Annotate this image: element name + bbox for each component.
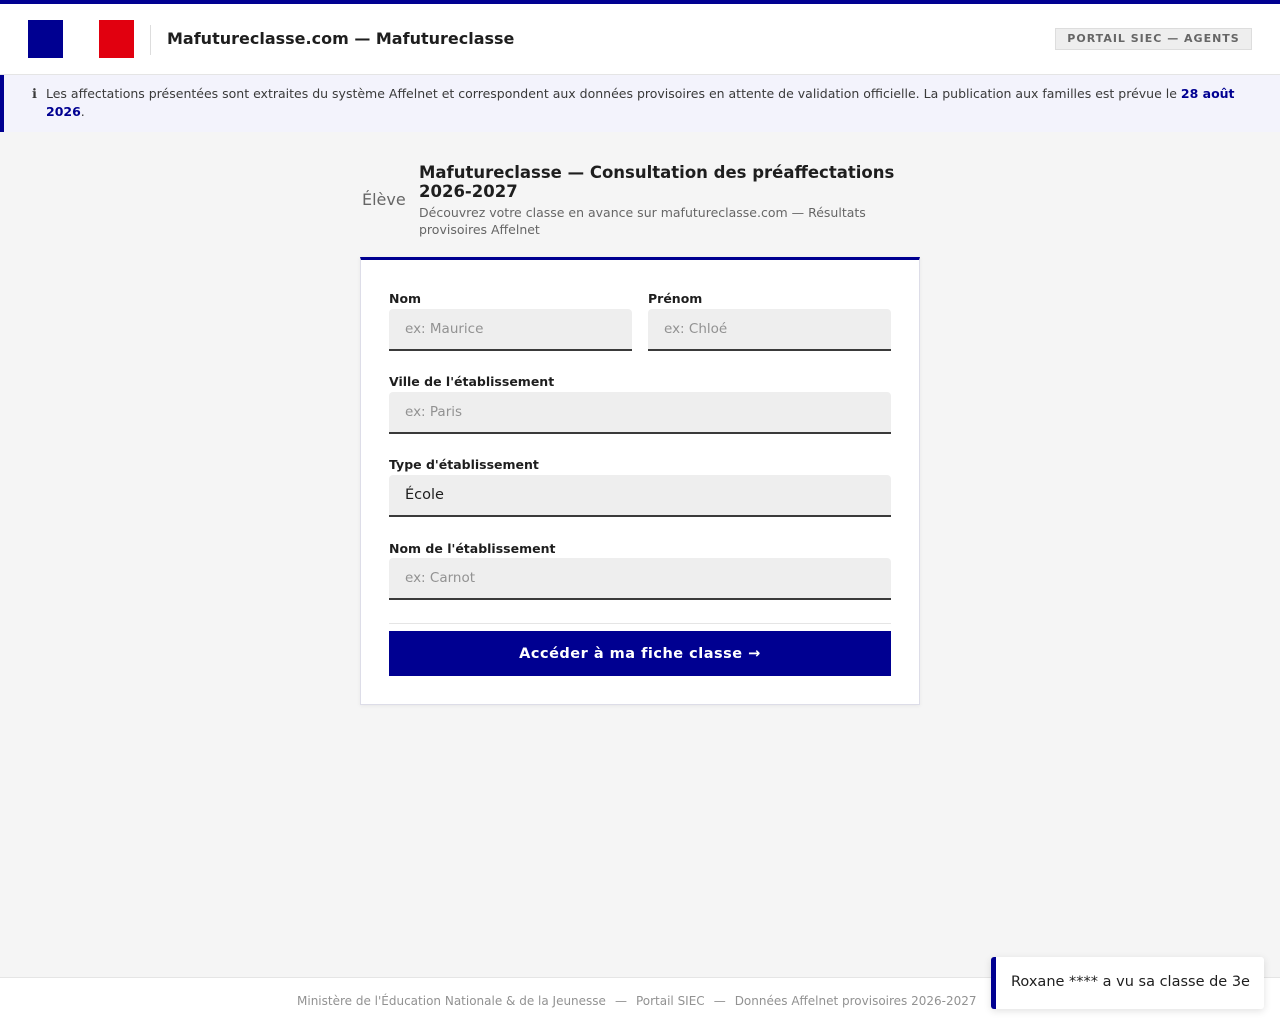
site-title[interactable]: Mafutureclasse.com — Mafutureclasse	[167, 29, 514, 48]
flag-red-stripe	[99, 20, 134, 58]
nom-input[interactable]	[389, 309, 632, 351]
toast-message: Roxane **** a vu sa classe de 3e	[1011, 974, 1250, 990]
submit-button[interactable]: Accéder à ma fiche classe →	[389, 631, 891, 676]
portal-agents-badge[interactable]: PORTAIL SIEC — AGENTS	[1055, 28, 1252, 50]
header-divider	[150, 25, 151, 55]
type-etablissement-select[interactable]: École	[389, 475, 891, 517]
footer-separator: —	[614, 994, 627, 1008]
flag-blue-stripe	[28, 20, 63, 58]
etablissement-label: Nom de l'établissement	[389, 541, 556, 556]
flag-white-stripe	[63, 20, 99, 58]
footer-data-note: Données Affelnet provisoires 2026-2027	[734, 994, 977, 1008]
type-label: Type d'établissement	[389, 457, 539, 472]
section-label: Élève	[362, 190, 406, 209]
notice-message: Les affectations présentées sont extrait…	[46, 86, 1181, 101]
footer-separator: —	[713, 994, 726, 1008]
french-flag-logo	[28, 20, 134, 58]
etablissement-input[interactable]	[389, 558, 891, 600]
site-header: Mafutureclasse.com — Mafutureclasse PORT…	[0, 4, 1280, 75]
footer-ministry: Ministère de l'Éducation Nationale & de …	[297, 994, 606, 1008]
page-subtitle: Découvrez votre classe en avance sur maf…	[419, 205, 866, 237]
page-title: Mafutureclasse — Consultation des préaff…	[419, 163, 895, 201]
ville-label: Ville de l'établissement	[389, 374, 555, 389]
notice-suffix: .	[80, 104, 85, 119]
lookup-form-card: Nom Prénom Ville de l'établissement Type…	[360, 257, 920, 705]
prenom-label: Prénom	[648, 291, 703, 306]
form-heading: Élève Mafutureclasse — Consultation des …	[360, 163, 920, 243]
footer-portal: Portail SIEC	[635, 994, 705, 1008]
footer-text: Ministère de l'Éducation Nationale & de …	[297, 994, 977, 1008]
nom-label: Nom	[389, 291, 422, 306]
ville-input[interactable]	[389, 392, 891, 434]
form-divider	[389, 623, 891, 624]
notice-text: Les affectations présentées sont extrait…	[46, 85, 1236, 121]
info-icon: ℹ	[32, 87, 37, 102]
activity-toast[interactable]: Roxane **** a vu sa classe de 3e	[991, 957, 1264, 1009]
prenom-input[interactable]	[648, 309, 891, 351]
info-notice-banner: ℹ Les affectations présentées sont extra…	[0, 75, 1280, 132]
